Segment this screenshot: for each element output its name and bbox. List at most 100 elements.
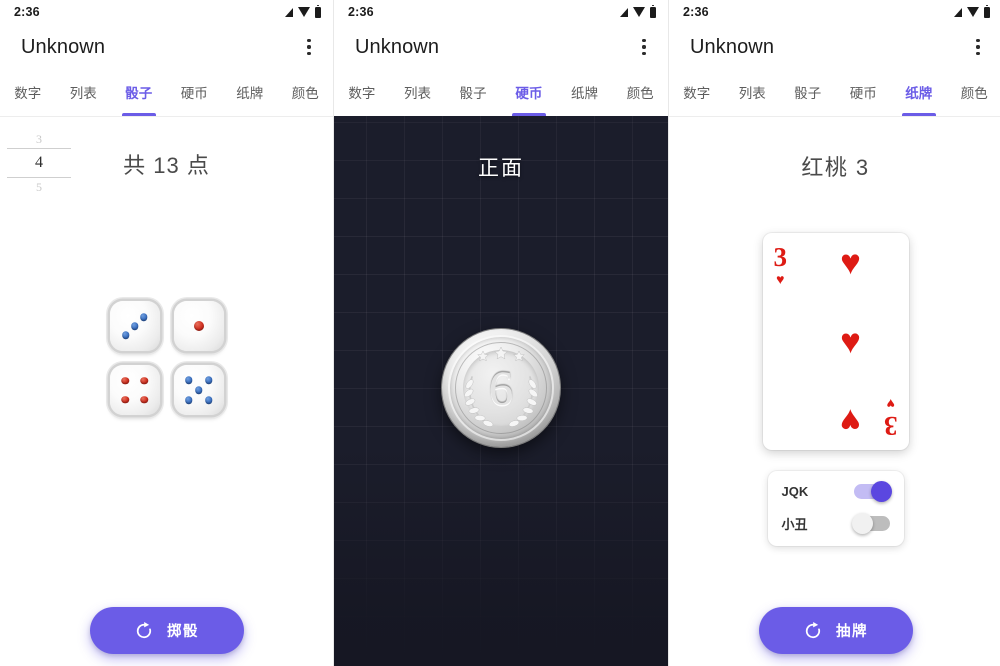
more-vertical-icon[interactable] <box>632 35 656 59</box>
page-title: Unknown <box>690 35 775 58</box>
tab-label: 颜色 <box>626 86 654 101</box>
signal-icon <box>285 7 293 17</box>
screen-dice: 2:36 Unknown 数字 列表 骰子 硬币 纸牌 颜色 3 4 5 共 1… <box>0 0 333 666</box>
option-label-joker: 小丑 <box>781 517 808 532</box>
status-bar: 2:36 <box>334 0 668 24</box>
more-vertical-icon[interactable] <box>966 35 990 59</box>
tab-dice[interactable]: 骰子 <box>111 70 167 116</box>
tab-list[interactable]: 列表 <box>725 70 781 116</box>
option-label-jqk: JQK <box>781 484 809 499</box>
tab-numbers[interactable]: 数字 <box>334 70 390 116</box>
tab-colors[interactable]: 颜色 <box>947 70 1000 116</box>
app-bar: Unknown <box>669 24 1000 70</box>
tab-label: 硬币 <box>849 86 877 101</box>
tab-coin[interactable]: 硬币 <box>501 70 557 116</box>
toggle-knob <box>870 480 892 502</box>
tab-coin[interactable]: 硬币 <box>167 70 223 116</box>
silver-coin[interactable]: 6 <box>442 329 560 447</box>
roll-dice-button[interactable]: 掷骰 <box>89 607 244 654</box>
card-result-title: 红桃 3 <box>801 155 870 180</box>
dice-grid <box>103 294 231 422</box>
coin-result-label: 正面 <box>478 157 524 180</box>
tab-label: 骰子 <box>459 86 487 101</box>
heart-icon: ♥ <box>840 321 861 361</box>
wifi-icon <box>633 7 645 17</box>
refresh-icon <box>136 621 152 638</box>
die-slot <box>103 294 167 358</box>
wifi-icon <box>967 7 979 17</box>
dice-content: 3 4 5 共 13 点 掷骰 <box>0 116 333 666</box>
signal-icon <box>620 7 628 17</box>
tab-dice[interactable]: 骰子 <box>445 70 501 116</box>
heart-icon: ♥ <box>840 243 861 282</box>
tab-label: 纸牌 <box>571 86 599 101</box>
card-corner-bottom-right: 3 ♥ <box>884 396 898 441</box>
tab-label: 骰子 <box>794 86 822 101</box>
coin-wrapper[interactable]: 6 <box>442 329 560 447</box>
picker-value-above[interactable]: 3 <box>10 130 68 148</box>
tab-label: 数字 <box>14 86 42 101</box>
card-rank: 3 <box>773 242 788 272</box>
tab-label: 骰子 <box>125 86 153 101</box>
tab-list[interactable]: 列表 <box>56 70 112 116</box>
status-clock: 2:36 <box>348 5 374 19</box>
tab-label: 列表 <box>404 86 431 101</box>
status-clock: 2:36 <box>14 5 40 19</box>
screen-cards: 2:36 Unknown 数字 列表 骰子 硬币 纸牌 颜色 红桃 3 3 ♥ … <box>668 0 1000 666</box>
card-options-panel: JQK 小丑 <box>767 471 904 546</box>
card-pip-column: ♥ ♥ ♥ <box>807 243 895 440</box>
toggle-knob <box>851 512 873 534</box>
tab-label: 硬币 <box>515 86 543 101</box>
tab-cards[interactable]: 纸牌 <box>222 70 278 116</box>
status-system-icons <box>285 4 321 18</box>
tab-label: 列表 <box>69 86 97 101</box>
tab-label: 列表 <box>738 86 766 101</box>
heart-icon: ♥ <box>886 396 895 412</box>
draw-card-button[interactable]: 抽牌 <box>758 607 913 654</box>
tab-coin[interactable]: 硬币 <box>836 70 892 116</box>
tab-cards[interactable]: 纸牌 <box>557 70 613 116</box>
tab-bar-coin: 数字 列表 骰子 硬币 纸牌 颜色 <box>334 70 668 116</box>
tab-label: 纸牌 <box>236 86 264 101</box>
tab-numbers[interactable]: 数字 <box>669 70 725 116</box>
tab-label: 数字 <box>683 86 711 101</box>
battery-icon <box>984 4 990 18</box>
die-face-3[interactable] <box>109 301 160 351</box>
tab-cards[interactable]: 纸牌 <box>891 70 947 116</box>
die-face-5[interactable] <box>173 365 224 415</box>
roll-dice-label: 掷骰 <box>167 624 199 640</box>
die-face-1[interactable] <box>173 301 224 351</box>
tab-list[interactable]: 列表 <box>390 70 446 116</box>
dice-sum-text: 共 13 点 <box>123 153 210 178</box>
coin-face-value: 6 <box>488 360 514 416</box>
option-row-jqk: JQK <box>781 480 892 502</box>
refresh-icon <box>805 621 821 638</box>
die-slot <box>167 294 231 358</box>
screen-coin: 2:36 Unknown 数字 列表 骰子 硬币 纸牌 颜色 正面 6 <box>333 0 668 666</box>
heart-icon: ♥ <box>840 401 861 440</box>
tab-colors[interactable]: 颜色 <box>278 70 334 116</box>
coin-stage[interactable]: 正面 6 <box>334 116 668 666</box>
more-vertical-icon[interactable] <box>297 35 321 59</box>
picker-value-below[interactable]: 5 <box>10 178 68 196</box>
status-clock: 2:36 <box>683 5 709 19</box>
tab-colors[interactable]: 颜色 <box>612 70 668 116</box>
tab-label: 数字 <box>348 86 376 101</box>
playing-card[interactable]: 3 ♥ ♥ ♥ ♥ 3 ♥ <box>762 233 909 450</box>
tab-label: 颜色 <box>291 86 319 101</box>
card-rank: 3 <box>884 411 898 441</box>
draw-card-label: 抽牌 <box>836 624 868 640</box>
tab-bar-dice: 数字 列表 骰子 硬币 纸牌 颜色 <box>0 70 333 116</box>
battery-icon <box>315 4 321 18</box>
die-slot <box>103 358 167 422</box>
tab-dice[interactable]: 骰子 <box>780 70 836 116</box>
toggle-joker[interactable] <box>851 512 890 534</box>
wifi-icon <box>298 7 310 17</box>
die-face-4[interactable] <box>109 365 160 415</box>
heart-icon: ♥ <box>776 271 785 287</box>
status-bar: 2:36 <box>0 0 333 24</box>
toggle-jqk[interactable] <box>853 480 892 502</box>
cards-content: 红桃 3 3 ♥ ♥ ♥ ♥ 3 ♥ JQK 小丑 抽牌 <box>669 116 1000 666</box>
tab-numbers[interactable]: 数字 <box>0 70 56 116</box>
tab-label: 硬币 <box>180 86 208 101</box>
